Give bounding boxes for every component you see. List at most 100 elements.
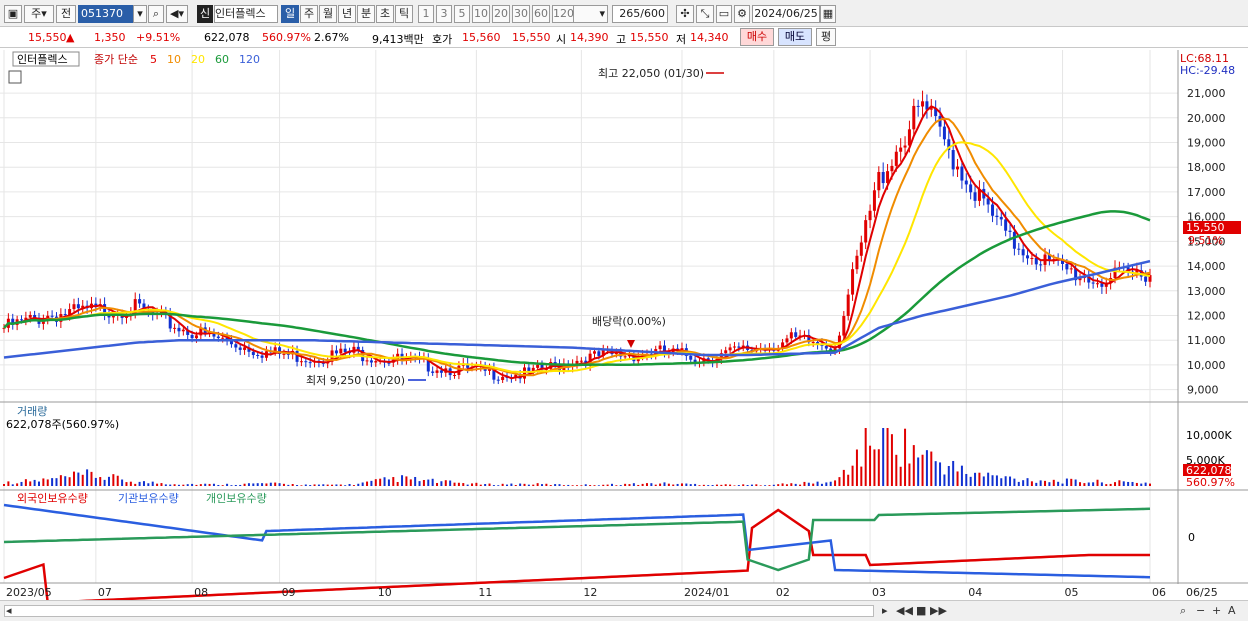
volume-bar [497,485,500,486]
interval-button-30[interactable]: 30 [512,5,530,23]
candle-body [846,294,850,316]
volume-bar [886,428,889,486]
crosshair-icon[interactable]: ✣ [676,5,694,23]
font-icon[interactable]: A [1228,604,1236,618]
low-value: 14,340 [690,31,729,44]
ma-legend-10: 10 [167,53,181,66]
volume-bar [764,485,767,486]
save-icon[interactable]: ▭ [716,5,732,23]
candle-body [221,337,225,339]
volume-bar [619,485,622,486]
volume-bar [593,485,596,486]
interval-button-60[interactable]: 60 [532,5,550,23]
volume-bar [702,484,705,486]
candle-body [785,338,789,343]
volume-bar [982,476,985,486]
layout-icon[interactable]: ▣ [4,5,22,23]
interval-button-1[interactable]: 1 [418,5,434,23]
period-tab-6[interactable]: 틱 [395,5,413,23]
volume-bar [943,474,946,486]
sell-button[interactable]: 매도 [778,28,812,46]
code-dropdown-icon[interactable]: ▾ [133,5,147,23]
interval-dropdown[interactable]: ▾ [570,5,608,23]
horizontal-scrollbar[interactable] [4,605,874,617]
buy-button[interactable]: 매수 [740,28,774,46]
candle-body [728,347,732,351]
market-select[interactable]: 주▾ [24,5,54,23]
period-tab-4[interactable]: 분 [357,5,375,23]
volume-bar [116,475,119,486]
draw-icon[interactable]: ⤡ [696,5,714,23]
play-forward-icon[interactable]: ▶▶ [930,604,947,618]
period-tab-0[interactable]: 일 [281,5,299,23]
volume-bar [759,485,762,486]
ma-legend-120: 120 [239,53,260,66]
volume-bar [182,484,185,486]
zoom-out-icon[interactable]: − [1196,604,1205,618]
chart-area[interactable]: 21,00020,00019,00018,00017,00016,00015,0… [0,50,1248,600]
settings-icon[interactable]: ⚙ [734,5,750,23]
volume-bar [151,481,154,486]
candle-body [916,105,920,107]
volume-bar [326,484,329,486]
volume-bar [742,484,745,486]
x-tick: 06/25 [1186,586,1218,599]
interval-button-10[interactable]: 10 [472,5,490,23]
zoom-icon[interactable]: ⌕ [1180,604,1186,618]
chart-icon[interactable] [8,70,22,84]
stock-name[interactable]: 인터플렉스 [214,5,278,23]
volume-bar [361,482,364,486]
volume-bar [20,481,23,486]
volume-bar [1030,481,1033,486]
candle-body [28,314,32,318]
interval-button-3[interactable]: 3 [436,5,452,23]
volume-bar [479,484,482,486]
play-back-icon[interactable]: ◀◀ [896,604,913,618]
volume-bar [1122,481,1125,486]
volume-bar [1109,483,1112,486]
volume-bar [296,485,299,486]
scroll-right-icon[interactable]: ▸ [882,604,888,618]
code-input[interactable]: 051370 [78,5,134,23]
volume-bar [335,484,338,486]
candle-body [72,304,76,310]
calendar-icon[interactable]: ▦ [820,5,836,23]
volume-bar [580,485,583,486]
candle-body [737,346,741,348]
volume-bar [103,479,106,486]
period-tab-5[interactable]: 초 [376,5,394,23]
date-input[interactable]: 2024/06/25 [752,5,820,23]
volume-bar [51,478,54,486]
volume-bar [667,483,670,486]
search-icon[interactable]: ⌕ [148,5,164,23]
volume-bar [278,483,281,486]
scroll-left-icon[interactable]: ◂ [6,604,12,618]
period-tab-3[interactable]: 년 [338,5,356,23]
high-value: 15,550 [630,31,669,44]
count-input[interactable]: 265/600 [612,5,668,23]
price-value: 15,550 [28,31,67,44]
stop-icon[interactable]: ■ [916,604,926,618]
avg-button[interactable]: 평 [816,28,836,46]
ask-label: 호가 [432,33,453,46]
volume-bar [1065,478,1068,486]
interval-button-120[interactable]: 120 [552,5,574,23]
volume-bar [654,484,657,486]
volume-bar [562,485,565,486]
period-tab-1[interactable]: 주 [300,5,318,23]
candle-body [864,220,868,243]
volume-bar [510,483,513,486]
volume-bar [978,472,981,486]
candle-body [824,345,828,349]
mode-button[interactable]: 전 [56,5,76,23]
sound-icon[interactable]: ◀▾ [166,5,188,23]
volume-bar [396,481,399,486]
interval-button-5[interactable]: 5 [454,5,470,23]
zoom-in-icon[interactable]: + [1212,604,1221,618]
candle-body [234,344,238,348]
volume-bar [829,481,832,486]
volume-bar [1004,476,1007,486]
ma-line-60 [3,210,1151,367]
interval-button-20[interactable]: 20 [492,5,510,23]
period-tab-2[interactable]: 월 [319,5,337,23]
